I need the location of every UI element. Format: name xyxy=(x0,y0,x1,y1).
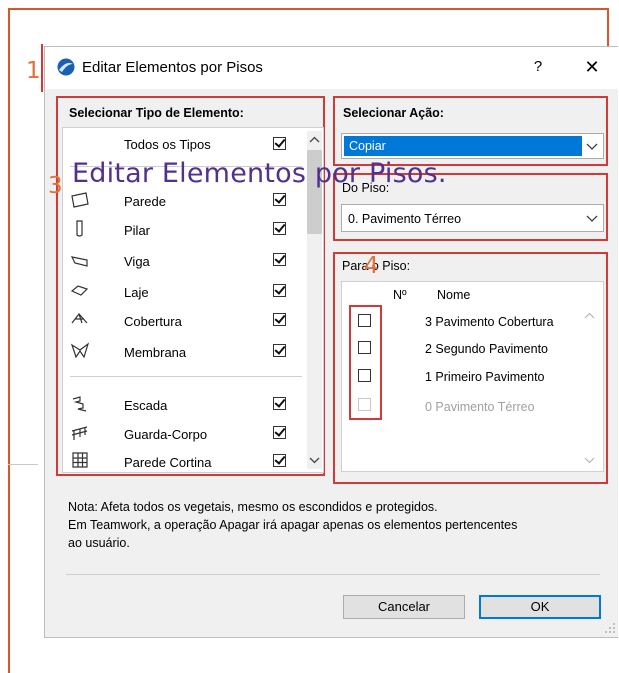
story-name-2: 2 Segundo Pavimento xyxy=(425,342,549,356)
wall-icon xyxy=(71,192,89,208)
chevron-down-icon xyxy=(586,215,598,222)
curtain-wall-icon xyxy=(72,452,88,468)
element-checkbox-wall[interactable] xyxy=(273,193,286,206)
list-divider-middle xyxy=(70,376,302,377)
scroll-down-icon[interactable] xyxy=(309,455,320,465)
slab-icon xyxy=(70,285,89,296)
from-story-select[interactable]: 0. Pavimento Térreo xyxy=(341,204,604,232)
element-checkbox-railing[interactable] xyxy=(273,426,286,439)
railing-icon xyxy=(71,426,88,440)
element-label-curtain-wall: Parede Cortina xyxy=(124,455,212,470)
scroll-down-icon[interactable] xyxy=(584,455,595,465)
all-types-label: Todos os Tipos xyxy=(124,137,211,152)
cancel-button[interactable]: Cancelar xyxy=(343,595,465,619)
element-checkbox-roof[interactable] xyxy=(273,313,286,326)
membrane-icon xyxy=(70,342,90,359)
element-label-wall: Parede xyxy=(124,194,166,209)
element-label-column: Pilar xyxy=(124,223,151,238)
element-label-beam: Viga xyxy=(124,254,150,269)
element-label-stair: Escada xyxy=(124,398,168,413)
ok-button[interactable]: OK xyxy=(479,595,601,619)
scroll-up-icon[interactable] xyxy=(584,311,595,321)
annotation-number-1: 1 xyxy=(26,58,41,84)
story-name-0: 0 Pavimento Térreo xyxy=(425,400,535,414)
story-checkbox-3[interactable] xyxy=(358,314,371,327)
story-checkbox-1[interactable] xyxy=(358,369,371,382)
roof-icon xyxy=(71,313,88,324)
story-name-3: 3 Pavimento Cobertura xyxy=(425,315,554,329)
to-story-column-number[interactable]: Nº xyxy=(393,288,407,302)
dialog-title: Editar Elementos por Pisos xyxy=(82,59,263,76)
note-line-2: Em Teamwork, a operação Apagar irá apaga… xyxy=(68,518,518,532)
help-button[interactable]: ? xyxy=(526,55,550,79)
all-types-checkbox[interactable] xyxy=(273,137,286,150)
element-label-membrane: Membrana xyxy=(124,345,187,360)
tutorial-frame-top xyxy=(8,8,609,10)
note-line-1: Nota: Afeta todos os vegetais, mesmo os … xyxy=(68,500,438,514)
resize-grip-icon[interactable] xyxy=(604,622,616,634)
element-label-slab: Laje xyxy=(124,285,149,300)
annotation-number-4: 4 xyxy=(364,253,379,279)
action-select[interactable]: Copiar xyxy=(341,133,604,159)
close-button[interactable]: ✕ xyxy=(580,55,604,79)
element-checkbox-slab[interactable] xyxy=(273,284,286,297)
stair-icon xyxy=(72,396,87,412)
element-checkbox-curtain-wall[interactable] xyxy=(273,454,286,467)
element-label-railing: Guarda-Corpo xyxy=(124,427,208,442)
from-story-selected-text: 0. Pavimento Térreo xyxy=(348,212,462,226)
story-checkbox-0 xyxy=(358,398,371,411)
action-selected-text: Copiar xyxy=(349,139,386,153)
column-icon xyxy=(76,220,83,237)
story-checkbox-2[interactable] xyxy=(358,341,371,354)
action-group-title: Selecionar Ação: xyxy=(343,106,444,120)
scroll-up-icon[interactable] xyxy=(309,135,320,145)
overlay-caption: Editar Elementos por Pisos. xyxy=(72,158,447,189)
element-label-roof: Cobertura xyxy=(124,314,182,329)
tutorial-frame-divider xyxy=(8,464,38,465)
story-name-1: 1 Primeiro Pavimento xyxy=(425,370,545,384)
element-checkbox-beam[interactable] xyxy=(273,253,286,266)
beam-icon xyxy=(70,256,88,267)
archicad-app-icon xyxy=(57,58,75,76)
note-line-3: ao usuário. xyxy=(68,536,130,550)
chevron-down-icon xyxy=(586,143,598,150)
element-checkbox-membrane[interactable] xyxy=(273,344,286,357)
element-checkbox-column[interactable] xyxy=(273,222,286,235)
annotation-box-title xyxy=(41,44,43,92)
element-checkbox-stair[interactable] xyxy=(273,397,286,410)
footer-separator xyxy=(66,574,600,575)
to-story-column-name[interactable]: Nome xyxy=(437,288,470,302)
element-type-group-title: Selecionar Tipo de Elemento: xyxy=(69,106,244,120)
note-text: Nota: Afeta todos os vegetais, mesmo os … xyxy=(68,498,608,552)
annotation-number-3: 3 xyxy=(48,173,63,199)
tutorial-frame-left xyxy=(8,8,10,673)
